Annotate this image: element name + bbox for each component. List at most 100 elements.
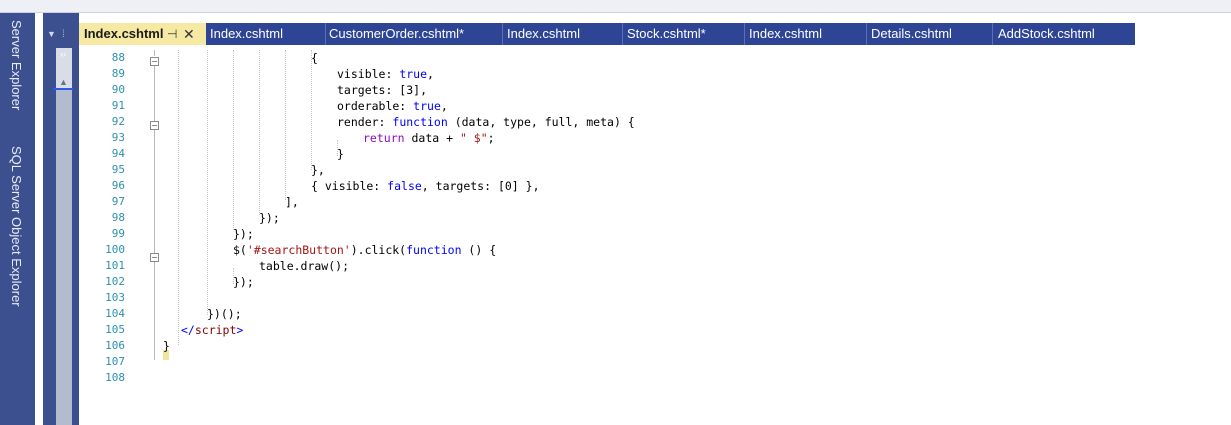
indent-guide — [233, 50, 235, 230]
line-number: 98 — [111, 211, 125, 224]
margin-tick-icon: ⁞ — [62, 29, 65, 40]
code-line[interactable]: }, — [311, 162, 325, 178]
code-token: ], — [285, 195, 299, 209]
tab-divider — [325, 23, 326, 45]
code-token: true — [399, 67, 428, 81]
sql-server-object-explorer-tab[interactable]: SQL Server Object Explorer — [9, 146, 24, 307]
line-number: 94 — [111, 147, 125, 160]
line-number: 88 — [111, 51, 125, 64]
code-line[interactable]: ], — [285, 194, 299, 210]
line-number: 90 — [111, 83, 125, 96]
code-line[interactable]: return data + " $"; — [363, 130, 495, 146]
code-line[interactable]: visible: true, — [337, 66, 434, 82]
code-line[interactable]: { — [311, 50, 318, 66]
line-number: 93 — [111, 131, 125, 144]
tab-divider — [622, 23, 623, 45]
code-token: script — [194, 323, 237, 337]
code-token: orderable: — [337, 99, 414, 113]
fold-line — [154, 66, 155, 121]
code-line[interactable]: }); — [259, 210, 280, 226]
indent-guide — [259, 50, 261, 215]
code-token: (data, type, full, meta) { — [447, 115, 635, 129]
code-token: false — [387, 179, 422, 193]
code-token: , targets: [0] }, — [421, 179, 540, 193]
code-token: () { — [461, 243, 497, 257]
tab-divider — [502, 23, 503, 45]
code-token: table.draw(); — [259, 259, 350, 273]
code-token: }); — [259, 211, 280, 225]
tab-stock[interactable]: Stock.cshtml* — [627, 23, 706, 45]
tab-details[interactable]: Details.cshtml — [871, 23, 952, 45]
code-token: }, — [311, 163, 325, 177]
code-token: targets: [3], — [337, 83, 428, 97]
code-line[interactable]: table.draw(); — [259, 258, 349, 274]
line-number: 96 — [111, 179, 125, 192]
fold-line — [154, 50, 155, 56]
indent-guide — [285, 50, 287, 200]
code-line[interactable]: }); — [233, 274, 254, 290]
code-token: > — [236, 323, 244, 337]
code-line[interactable]: render: function (data, type, full, meta… — [337, 114, 635, 130]
code-token: , — [427, 67, 434, 81]
code-token: function — [406, 243, 462, 257]
line-number: 100 — [105, 243, 125, 256]
code-token: { — [311, 51, 318, 65]
code-token: data + — [404, 131, 460, 145]
scroll-position-marker — [53, 88, 73, 90]
collapse-icon[interactable]: − — [150, 253, 159, 262]
line-number: 91 — [111, 99, 125, 112]
code-line[interactable]: targets: [3], — [337, 82, 427, 98]
dropdown-arrow-icon[interactable]: ▼ — [47, 29, 56, 39]
indent-guide — [178, 50, 180, 345]
split-arrow-icon[interactable]: ›› — [60, 49, 66, 59]
line-number: 95 — [111, 163, 125, 176]
line-number: 89 — [111, 67, 125, 80]
code-token: } — [337, 147, 344, 161]
vertical-scrollbar[interactable] — [56, 48, 72, 425]
code-line[interactable]: orderable: true, — [337, 98, 448, 114]
line-number: 104 — [105, 307, 125, 320]
title-strip-divider — [0, 12, 1231, 13]
code-token: { visible: — [311, 179, 388, 193]
code-line[interactable]: } — [163, 338, 170, 354]
tab-divider — [992, 23, 993, 45]
code-token: visible: — [337, 67, 400, 81]
close-icon[interactable]: ✕ — [183, 23, 195, 45]
tab-index-active[interactable]: Index.cshtml ⊣ ✕ — [79, 23, 206, 45]
line-number: 97 — [111, 195, 125, 208]
collapse-icon[interactable]: − — [150, 57, 159, 66]
code-token: render: — [337, 115, 393, 129]
line-number: 102 — [105, 275, 125, 288]
line-number: 106 — [105, 339, 125, 352]
server-explorer-tab[interactable]: Server Explorer — [9, 20, 24, 110]
fold-line — [154, 130, 155, 254]
indent-guide — [207, 50, 209, 315]
code-token: true — [413, 99, 441, 113]
code-line[interactable]: } — [337, 146, 344, 162]
code-line[interactable]: })(); — [207, 306, 242, 322]
tab-customerorder[interactable]: CustomerOrder.cshtml* — [329, 23, 464, 45]
line-number: 107 — [105, 355, 125, 368]
indent-guide — [311, 50, 313, 170]
tab-index-3[interactable]: Index.cshtml — [507, 23, 580, 45]
line-number: 108 — [105, 371, 125, 384]
side-panel-bar: Server Explorer SQL Server Object Explor… — [0, 13, 35, 425]
code-token: }); — [233, 275, 254, 289]
code-line[interactable]: { visible: false, targets: [0] }, — [311, 178, 540, 194]
code-token: ; — [487, 131, 495, 145]
title-strip — [0, 0, 1231, 12]
code-token: '#searchButton' — [246, 243, 351, 257]
code-token: return — [363, 131, 405, 145]
tab-index-4[interactable]: Index.cshtml — [749, 23, 822, 45]
code-line[interactable]: $('#searchButton').click(function () { — [233, 242, 496, 258]
code-token: function — [392, 115, 448, 129]
tab-index-2[interactable]: Index.cshtml — [210, 23, 283, 45]
code-line[interactable]: </script> — [181, 322, 243, 338]
code-line[interactable]: }); — [233, 226, 254, 242]
code-token: } — [163, 339, 170, 353]
collapse-icon[interactable]: − — [150, 121, 159, 130]
tab-addstock[interactable]: AddStock.cshtml — [998, 23, 1095, 45]
line-number: 101 — [105, 259, 125, 272]
scroll-up-arrow-icon[interactable]: ▲ — [59, 77, 68, 87]
pin-icon[interactable]: ⊣ — [167, 23, 177, 45]
